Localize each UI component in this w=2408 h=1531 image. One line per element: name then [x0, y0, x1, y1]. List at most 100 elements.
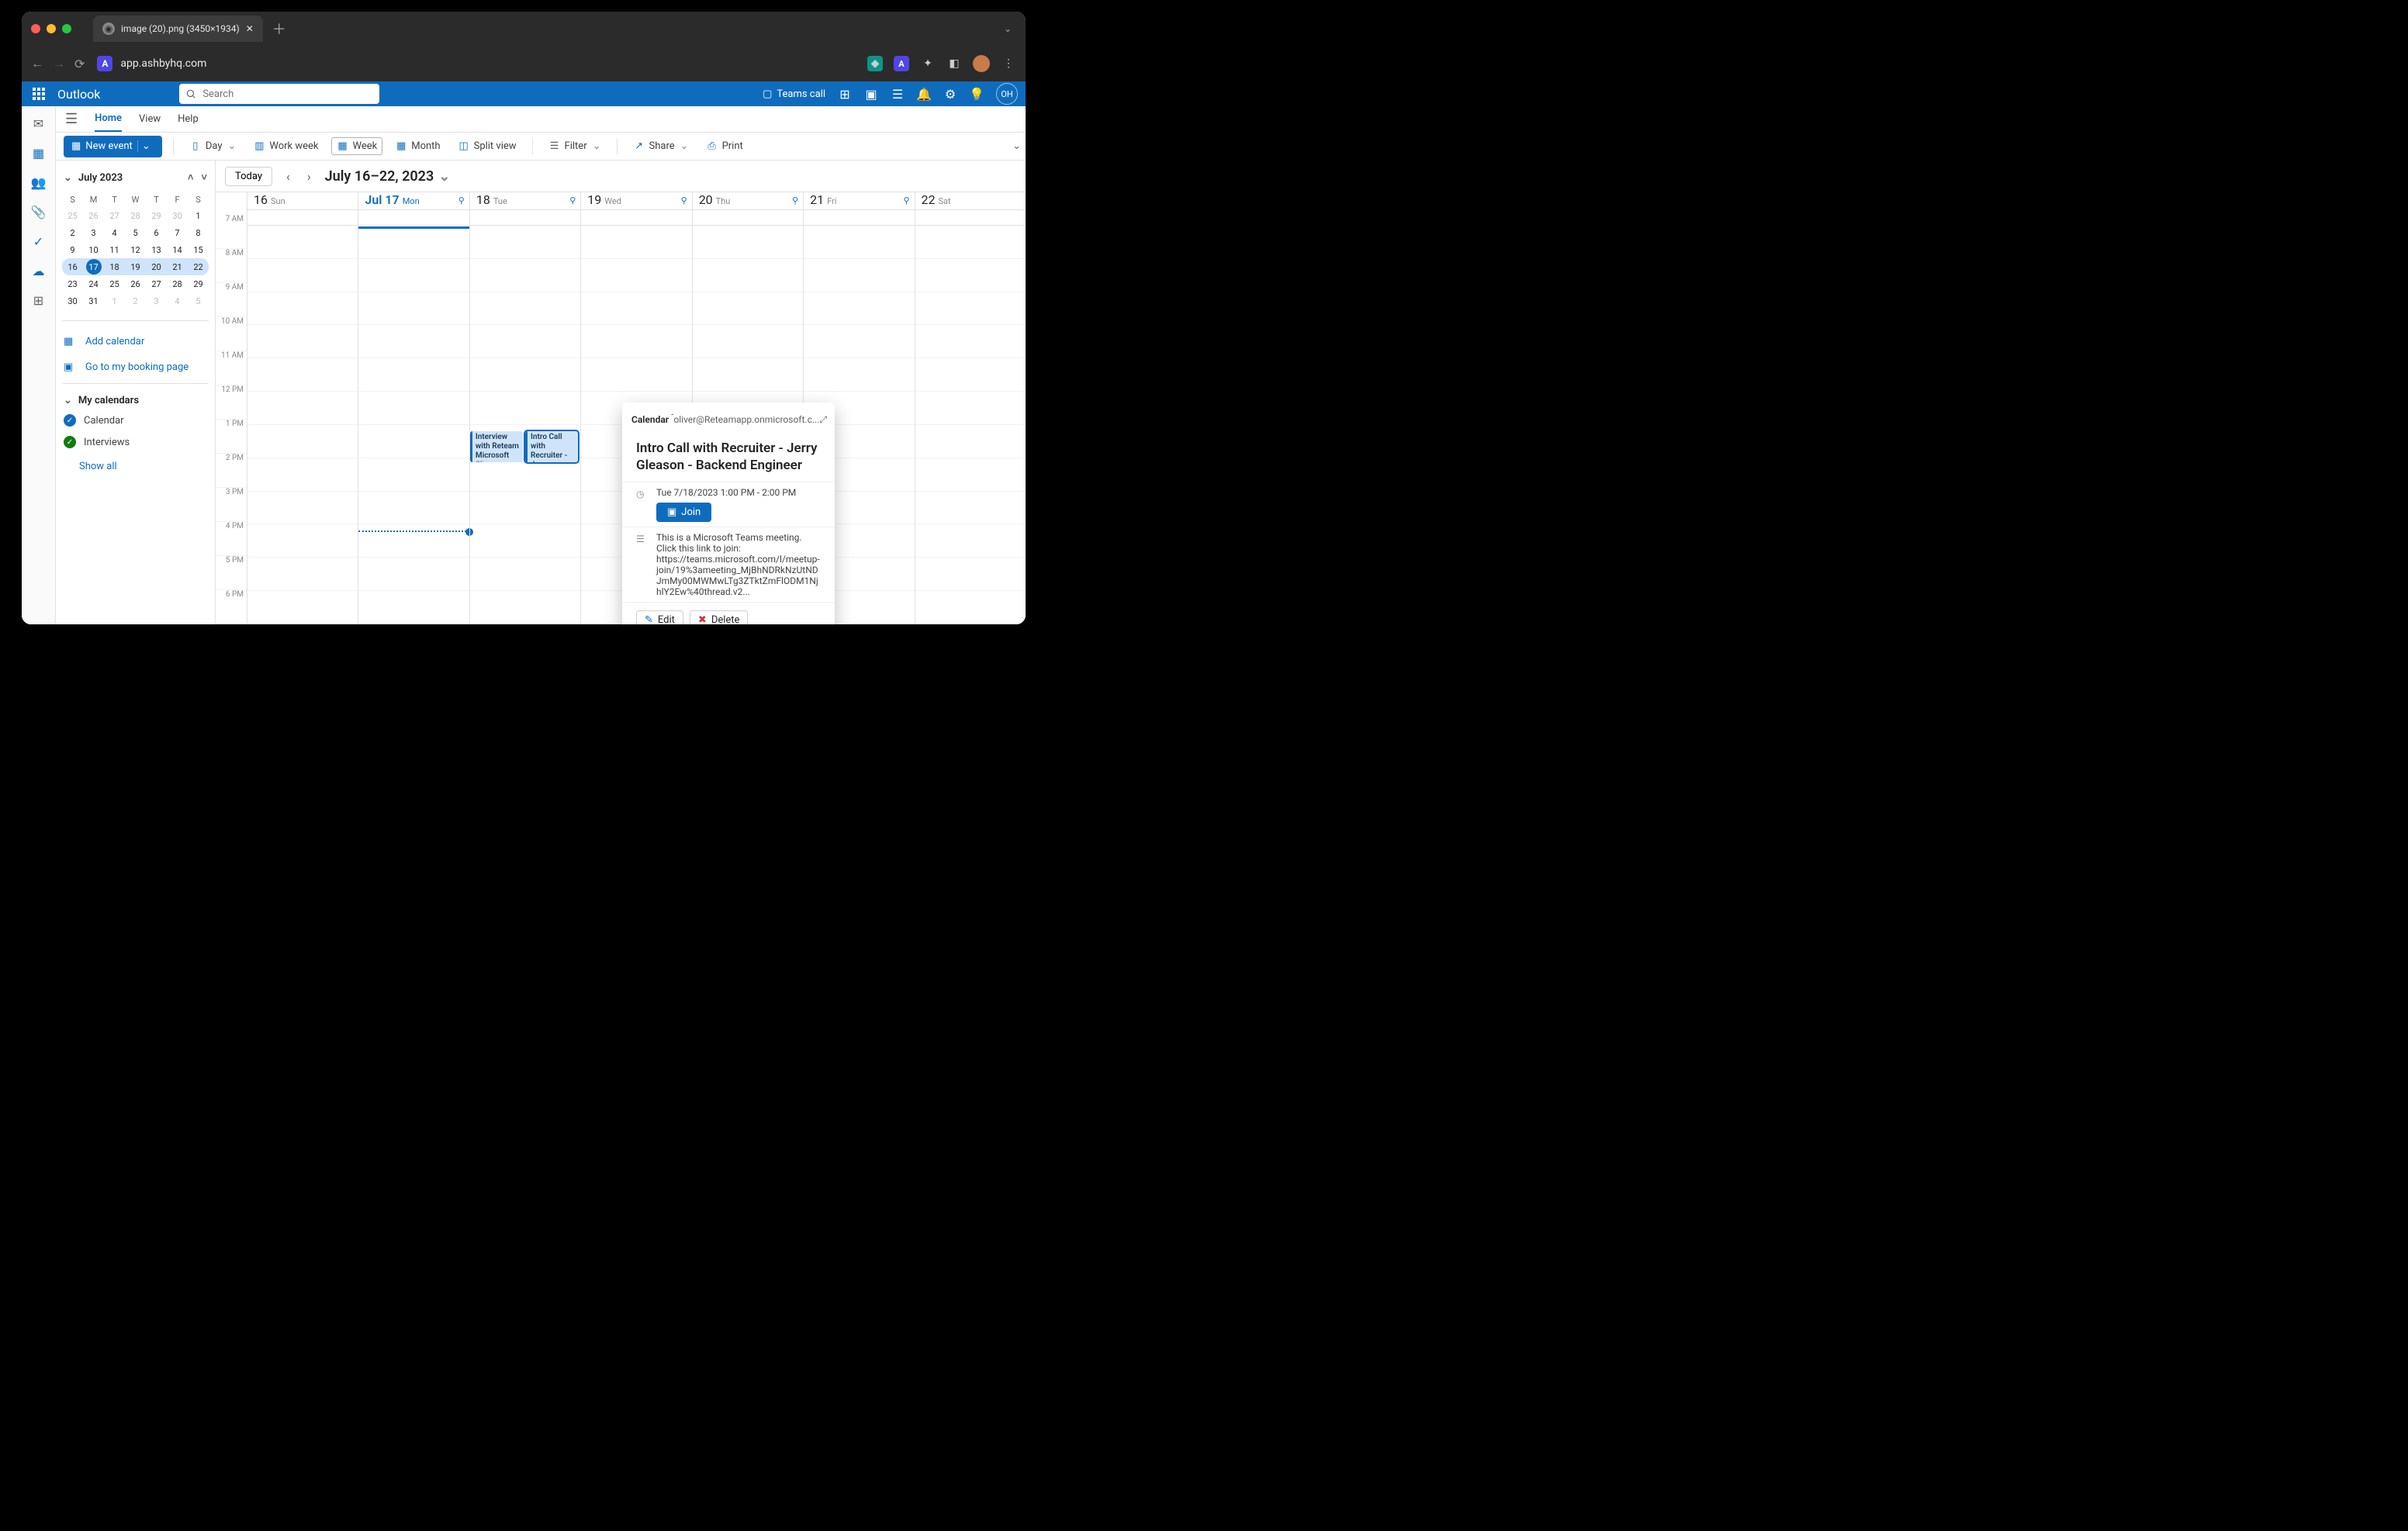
hour-cell[interactable]: [581, 358, 691, 392]
view-work-week-button[interactable]: ▥Work week: [248, 138, 323, 154]
hour-cell[interactable]: [804, 259, 914, 292]
day-header[interactable]: 22Sat: [915, 192, 1026, 210]
mini-cal-day[interactable]: 1: [188, 207, 209, 224]
hour-cell[interactable]: [915, 425, 1026, 458]
tab-list-dropdown[interactable]: ⌄: [1004, 23, 1016, 34]
location-pin-icon[interactable]: ⚲: [903, 195, 909, 206]
hour-cell[interactable]: [915, 292, 1026, 326]
prev-week-button[interactable]: ‹: [283, 166, 293, 187]
mini-cal-day[interactable]: 25: [104, 275, 125, 292]
hour-cell[interactable]: [581, 325, 691, 358]
tips-icon[interactable]: 💡: [970, 87, 984, 101]
print-button[interactable]: ⎙Print: [701, 138, 748, 154]
extensions-menu-icon[interactable]: ✦: [920, 56, 936, 71]
ribbon-expand-button[interactable]: ⌄: [1012, 140, 1021, 152]
minimize-window-button[interactable]: [47, 24, 56, 33]
expand-icon[interactable]: ⤢: [819, 414, 827, 426]
hour-cell[interactable]: [581, 292, 691, 326]
filter-button[interactable]: ☰Filter⌄: [544, 138, 606, 154]
mini-cal-day[interactable]: 27: [104, 207, 125, 224]
new-tab-button[interactable]: ＋: [269, 19, 289, 39]
calendar-list-item[interactable]: ✓Interviews: [62, 431, 209, 453]
mini-cal-day[interactable]: 5: [125, 224, 146, 241]
mini-cal-day[interactable]: 26: [125, 275, 146, 292]
mini-cal-day[interactable]: 11: [104, 241, 125, 258]
nav-toggle-button[interactable]: ☰: [65, 111, 78, 127]
tab-home[interactable]: Home: [95, 106, 122, 132]
day-header[interactable]: 16Sun: [247, 192, 358, 210]
next-month-button[interactable]: ˅: [201, 171, 207, 184]
mini-cal-day[interactable]: 29: [188, 275, 209, 292]
hour-cell[interactable]: [358, 591, 469, 624]
forward-button[interactable]: →: [53, 56, 65, 71]
hour-cell[interactable]: [358, 358, 469, 392]
panel-icon[interactable]: ◧: [946, 56, 962, 71]
mini-cal-day[interactable]: 30: [167, 207, 188, 224]
mini-cal-day[interactable]: 6: [146, 224, 167, 241]
hour-cell[interactable]: [693, 226, 803, 259]
mini-cal-day[interactable]: 9: [62, 241, 83, 258]
calendar-list-item[interactable]: ✓Calendar: [62, 410, 209, 431]
location-pin-icon[interactable]: ⚲: [569, 195, 576, 206]
notifications-icon[interactable]: 🔔: [917, 87, 931, 101]
new-event-button[interactable]: ▦ New event ⌄: [64, 136, 162, 157]
new-event-dropdown[interactable]: ⌄: [137, 140, 154, 152]
mini-cal-day[interactable]: 16: [62, 258, 83, 275]
view-week-button[interactable]: ▦Week: [331, 137, 383, 155]
mini-cal-day[interactable]: 28: [167, 275, 188, 292]
hour-cell[interactable]: [915, 458, 1026, 492]
teams-icon[interactable]: ▣: [864, 87, 878, 101]
mini-cal-day[interactable]: 10: [83, 241, 104, 258]
more-apps-icon[interactable]: ⊞: [31, 292, 47, 308]
hour-cell[interactable]: [470, 524, 580, 558]
onedrive-icon[interactable]: ☁: [31, 263, 47, 278]
hour-cell[interactable]: [470, 492, 580, 525]
hour-cell[interactable]: [358, 259, 469, 292]
day-column[interactable]: Jul 17Mon⚲: [358, 192, 469, 624]
hour-cell[interactable]: [470, 392, 580, 425]
hour-cell[interactable]: [693, 292, 803, 326]
mini-cal-day[interactable]: 23: [62, 275, 83, 292]
address-bar[interactable]: A app.ashbyhq.com: [94, 56, 858, 71]
hour-cell[interactable]: [358, 524, 469, 558]
close-tab-icon[interactable]: ✕: [246, 23, 254, 34]
all-day-row[interactable]: [581, 210, 691, 225]
hour-cell[interactable]: [247, 325, 358, 358]
tab-help[interactable]: Help: [178, 106, 199, 132]
profile-badge[interactable]: OH: [996, 83, 1018, 105]
day-column[interactable]: 18Tue⚲Interview with Reteam MicrosoftOli…: [469, 192, 580, 624]
mini-cal-day[interactable]: 27: [146, 275, 167, 292]
hour-cell[interactable]: [358, 458, 469, 492]
hour-cell[interactable]: [247, 292, 358, 326]
all-day-row[interactable]: [247, 210, 358, 225]
mail-icon[interactable]: ✉: [31, 116, 47, 131]
hour-cell[interactable]: [693, 325, 803, 358]
mini-cal-day[interactable]: 7: [167, 224, 188, 241]
hour-cell[interactable]: [470, 259, 580, 292]
edit-event-button[interactable]: ✎Edit: [636, 610, 683, 624]
browser-menu-icon[interactable]: ⋮: [1001, 56, 1016, 71]
all-day-row[interactable]: [358, 210, 469, 225]
delete-event-button[interactable]: ✖Delete: [690, 610, 749, 624]
reload-button[interactable]: ⟳: [74, 57, 85, 71]
day-header[interactable]: Jul 17Mon⚲: [358, 192, 469, 210]
mini-cal-day[interactable]: 2: [62, 224, 83, 241]
app-launcher-button[interactable]: [29, 88, 48, 100]
mini-cal-day[interactable]: 17: [83, 258, 104, 275]
hour-cell[interactable]: [247, 259, 358, 292]
hour-cell[interactable]: [470, 558, 580, 591]
hour-cell[interactable]: [915, 325, 1026, 358]
hour-cell[interactable]: [358, 425, 469, 458]
hour-cell[interactable]: [693, 358, 803, 392]
close-window-button[interactable]: [31, 24, 40, 33]
hour-cell[interactable]: [358, 392, 469, 425]
chevron-down-icon[interactable]: ⌄: [64, 172, 72, 184]
hour-cell[interactable]: [470, 292, 580, 326]
day-header[interactable]: 19Wed⚲: [581, 192, 691, 210]
hour-cell[interactable]: [358, 492, 469, 525]
hour-cell[interactable]: [915, 591, 1026, 624]
meet-now-icon[interactable]: ⊞: [838, 87, 852, 101]
hour-cell[interactable]: [915, 392, 1026, 425]
hour-cell[interactable]: [247, 558, 358, 591]
mini-cal-day[interactable]: 5: [188, 292, 209, 309]
